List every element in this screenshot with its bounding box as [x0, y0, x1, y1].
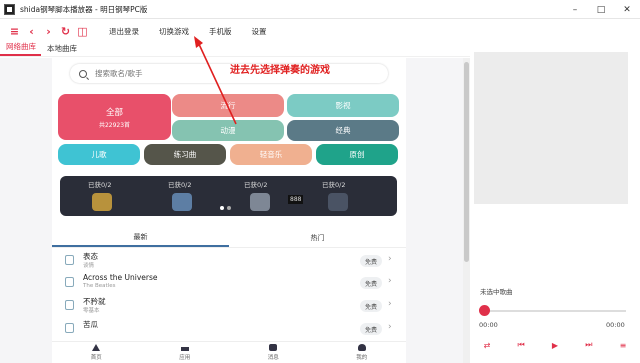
title-bar: shida钢琴脚本播放器 - 明日钢琴PC版 – □ ✕	[0, 0, 640, 19]
home-icon	[92, 344, 101, 351]
category-etude[interactable]: 练习曲	[144, 144, 226, 165]
category-original[interactable]: 原创	[316, 144, 398, 165]
music-file-icon	[65, 323, 74, 333]
chevron-right-icon: ›	[388, 254, 392, 264]
banner-item-image	[92, 193, 112, 211]
banner-dot[interactable]	[227, 206, 231, 210]
scrollbar[interactable]	[463, 58, 470, 363]
player-panel: 未选中歌曲 00:00 00:00 ⇄ ⏮ ▶ ⏭ ≡	[470, 44, 640, 363]
category-film[interactable]: 影视	[287, 94, 399, 117]
banner-pagination	[220, 206, 234, 210]
bottom-nav: 首页 应用 消息 我的	[52, 341, 406, 363]
scrollbar-thumb[interactable]	[464, 62, 469, 262]
banner-item-image	[328, 193, 348, 211]
nav-profile-label: 我的	[356, 355, 368, 361]
price-badge: 免费	[360, 300, 382, 312]
previous-icon[interactable]: ⏮	[518, 340, 525, 350]
annotation-text: 进去先选择弹奏的游戏	[230, 65, 330, 76]
song-artist: The Beatles	[83, 283, 116, 289]
banner-badge: 已获0/2	[168, 181, 192, 189]
price-badge: 免费	[360, 255, 382, 267]
mobile-version-button[interactable]: 手机版	[209, 26, 232, 37]
apps-icon	[180, 344, 189, 351]
song-row[interactable]: 苦瓜 免费 ›	[52, 318, 406, 340]
song-row[interactable]: 表态 谈情 免费 ›	[52, 250, 406, 272]
chevron-right-icon: ›	[388, 322, 392, 332]
music-file-icon	[65, 300, 74, 310]
music-file-icon	[65, 255, 74, 265]
back-icon[interactable]: ‹	[23, 19, 40, 43]
chevron-right-icon: ›	[388, 299, 392, 309]
song-title: 苦瓜	[83, 320, 98, 329]
next-icon[interactable]: ⏭	[585, 340, 592, 350]
tab-local-library[interactable]: 本地曲库	[41, 43, 82, 56]
nav-apps[interactable]: 应用	[141, 342, 230, 363]
time-current: 00:00	[479, 321, 498, 329]
category-classic[interactable]: 经典	[287, 120, 399, 141]
banner-item-image	[172, 193, 192, 211]
minimize-button[interactable]: –	[562, 0, 588, 19]
logout-button[interactable]: 退出登录	[109, 26, 139, 37]
switch-game-button[interactable]: 切换游戏	[159, 26, 189, 37]
album-cover	[474, 52, 628, 204]
time-total: 00:00	[606, 321, 625, 329]
shuffle-icon[interactable]: ⇄	[484, 341, 491, 350]
price-badge: 免费	[360, 323, 382, 335]
playlist-icon[interactable]: ≡	[620, 341, 627, 350]
toolbar-menu: 退出登录 切换游戏 手机版 设置	[109, 26, 287, 37]
close-button[interactable]: ✕	[614, 0, 640, 19]
player-controls: ⇄ ⏮ ▶ ⏭ ≡	[470, 338, 640, 352]
forward-icon[interactable]: ›	[40, 19, 57, 43]
song-row[interactable]: 不矜就 零基本 免费 ›	[52, 295, 406, 317]
refresh-icon[interactable]: ↻	[57, 19, 74, 43]
category-all[interactable]: 全部 共22923首	[58, 94, 171, 140]
now-playing-status: 未选中歌曲	[480, 288, 513, 296]
tab-latest[interactable]: 最新	[52, 228, 229, 247]
progress-knob[interactable]	[479, 305, 490, 316]
banner-badge: 已获0/2	[244, 181, 268, 189]
category-kids[interactable]: 儿歌	[58, 144, 140, 165]
play-icon[interactable]: ▶	[552, 341, 558, 350]
banner-dot[interactable]	[220, 206, 224, 210]
category-all-count: 共22923首	[98, 121, 131, 129]
annotation-arrow	[194, 36, 237, 125]
message-icon	[269, 344, 278, 351]
song-title: Across the Universe	[83, 273, 158, 282]
tab-online-library[interactable]: 网络曲库	[0, 41, 41, 56]
headset-icon[interactable]: ◫	[74, 19, 91, 43]
nav-profile[interactable]: 我的	[318, 342, 407, 363]
menu-icon[interactable]: ≡	[6, 19, 23, 43]
nav-home-label: 首页	[90, 355, 102, 361]
nav-home[interactable]: 首页	[52, 342, 141, 363]
toolbar: ≡ ‹ › ↻ ◫ 退出登录 切换游戏 手机版 设置	[0, 19, 640, 43]
music-file-icon	[65, 277, 74, 287]
banner-counter: 888	[288, 195, 304, 204]
window-controls: – □ ✕	[562, 0, 640, 19]
user-icon	[357, 344, 366, 351]
nav-messages[interactable]: 消息	[229, 342, 318, 363]
category-light-music[interactable]: 轻音乐	[230, 144, 312, 165]
progress-track[interactable]	[484, 310, 626, 312]
song-list-tabs: 最新 热门	[52, 228, 406, 248]
search-icon	[79, 69, 87, 78]
category-all-label: 全部	[105, 107, 123, 118]
price-badge: 免费	[360, 277, 382, 289]
banner-item-image	[250, 193, 270, 211]
app-logo-icon	[4, 3, 15, 15]
settings-button[interactable]: 设置	[252, 26, 267, 37]
song-row[interactable]: Across the Universe The Beatles 免费 ›	[52, 272, 406, 294]
promo-banner[interactable]: 已获0/2 已获0/2 已获0/2 已获0/2 888	[60, 176, 397, 216]
banner-badge: 已获0/2	[322, 181, 346, 189]
banner-badge: 已获0/2	[88, 181, 112, 189]
song-artist: 谈情	[83, 263, 95, 269]
song-artist: 零基本	[83, 308, 100, 314]
tab-hot[interactable]: 热门	[229, 228, 406, 247]
window-title: shida钢琴脚本播放器 - 明日钢琴PC版	[20, 4, 148, 14]
chevron-right-icon: ›	[388, 276, 392, 286]
maximize-button[interactable]: □	[588, 0, 614, 19]
nav-apps-label: 应用	[179, 355, 191, 361]
nav-messages-label: 消息	[267, 355, 279, 361]
